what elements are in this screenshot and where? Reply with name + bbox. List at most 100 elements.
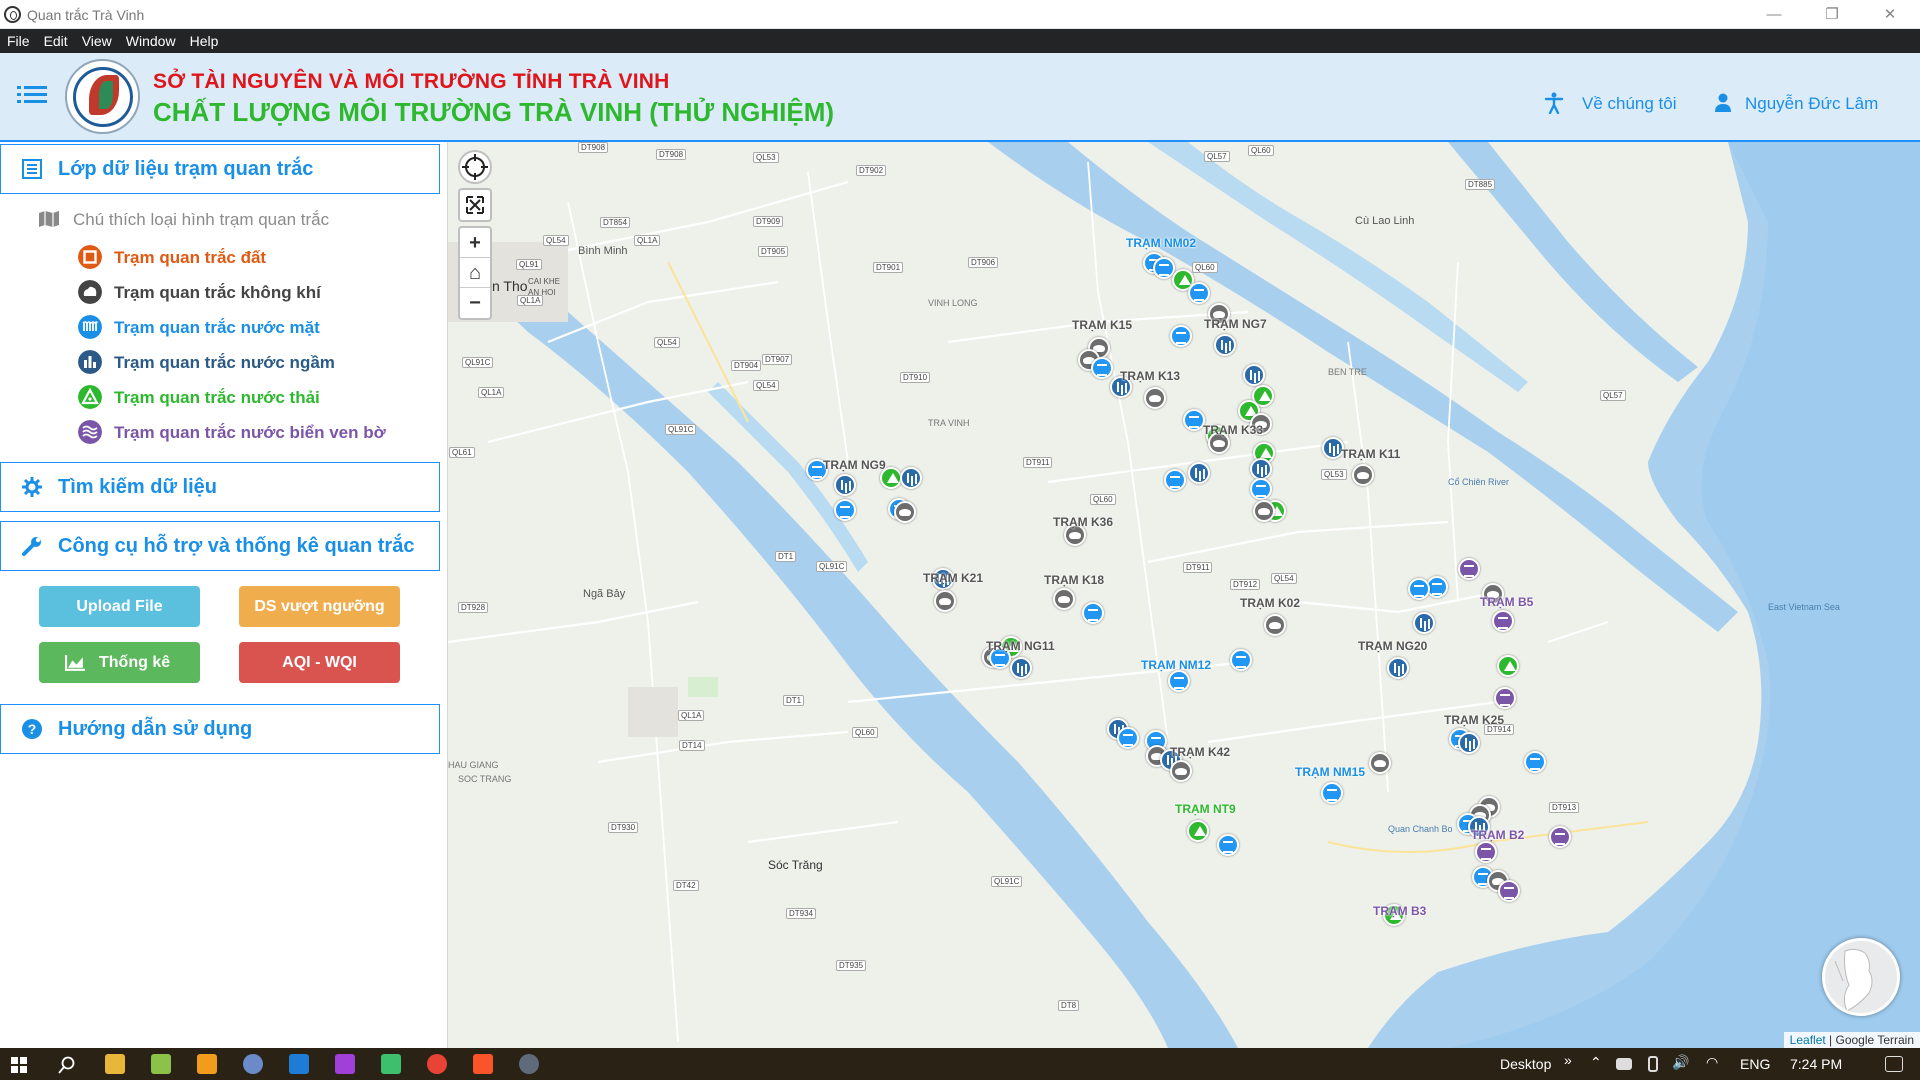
- station-marker[interactable]: [1188, 282, 1210, 304]
- station-marker[interactable]: [1549, 826, 1571, 848]
- desktop-toolbar-label[interactable]: Desktop: [1500, 1056, 1551, 1072]
- station-marker[interactable]: [834, 474, 856, 496]
- locate-button[interactable]: [458, 150, 492, 184]
- chrome-icon[interactable]: [427, 1054, 447, 1074]
- station-label[interactable]: TRẠM NM02: [1126, 236, 1196, 250]
- station-marker[interactable]: [1475, 841, 1497, 863]
- search-panel-header[interactable]: Tìm kiếm dữ liệu: [0, 462, 440, 512]
- station-marker[interactable]: [1214, 334, 1236, 356]
- station-label[interactable]: TRẠM B2: [1471, 828, 1524, 842]
- r-app-icon[interactable]: [243, 1054, 263, 1074]
- leaflet-link[interactable]: Leaflet: [1790, 1033, 1826, 1047]
- station-marker[interactable]: [1168, 670, 1190, 692]
- station-label[interactable]: TRẠM K13: [1120, 369, 1180, 383]
- menu-help[interactable]: Help: [183, 29, 226, 53]
- station-marker[interactable]: [900, 467, 922, 489]
- language-indicator[interactable]: ENG: [1740, 1056, 1770, 1072]
- file-explorer-icon[interactable]: [105, 1054, 125, 1074]
- station-label[interactable]: TRẠM NG7: [1204, 317, 1267, 331]
- station-label[interactable]: TRẠM NM15: [1295, 765, 1365, 779]
- minimize-button[interactable]: —: [1745, 0, 1803, 29]
- layers-panel-header[interactable]: Lớp dữ liệu trạm quan trắc: [0, 144, 440, 194]
- station-marker[interactable]: [1492, 610, 1514, 632]
- station-marker[interactable]: [934, 590, 956, 612]
- maximize-button[interactable]: ❐: [1803, 0, 1861, 29]
- station-label[interactable]: TRẠM NG9: [823, 458, 886, 472]
- menu-window[interactable]: Window: [119, 29, 183, 53]
- station-label[interactable]: TRẠM K02: [1240, 596, 1300, 610]
- station-marker[interactable]: [1264, 614, 1286, 636]
- station-marker[interactable]: [1498, 880, 1520, 902]
- map-view[interactable]: + ⌂ − Bình Minh n Tho Cù Lao Linh Ngã Bả…: [448, 142, 1920, 1048]
- station-marker[interactable]: [1387, 657, 1409, 679]
- home-button[interactable]: ⌂: [460, 258, 490, 288]
- station-label[interactable]: TRẠM K15: [1072, 318, 1132, 332]
- station-marker[interactable]: [1250, 458, 1272, 480]
- about-us-link[interactable]: Về chúng tôi: [1582, 94, 1677, 114]
- zoom-out-button[interactable]: −: [460, 288, 490, 318]
- battery-icon[interactable]: [1616, 1058, 1632, 1070]
- pycharm-icon[interactable]: [381, 1054, 401, 1074]
- station-marker[interactable]: [1183, 409, 1205, 431]
- sublime-icon[interactable]: [197, 1054, 217, 1074]
- station-marker[interactable]: [1091, 357, 1113, 379]
- overview-minimap[interactable]: [1822, 938, 1900, 1016]
- station-label[interactable]: TRẠM NT9: [1175, 802, 1236, 816]
- search-icon[interactable]: [58, 1056, 76, 1074]
- station-marker[interactable]: [1458, 558, 1480, 580]
- station-marker[interactable]: [1082, 602, 1104, 624]
- station-marker[interactable]: [1408, 578, 1430, 600]
- user-icon[interactable]: [1714, 93, 1732, 113]
- station-label[interactable]: TRẠM B3: [1373, 904, 1426, 918]
- station-marker[interactable]: [1413, 612, 1435, 634]
- menu-file[interactable]: File: [0, 29, 37, 53]
- station-label[interactable]: TRẠM K36: [1053, 515, 1113, 529]
- station-marker[interactable]: [1458, 732, 1480, 754]
- brave-icon[interactable]: [473, 1054, 493, 1074]
- station-label[interactable]: TRẠM K25: [1444, 713, 1504, 727]
- station-marker[interactable]: [1053, 588, 1075, 610]
- chevron-right-icon[interactable]: »: [1564, 1052, 1572, 1068]
- menu-toggle-icon[interactable]: [17, 83, 47, 107]
- close-button[interactable]: ✕: [1861, 0, 1919, 29]
- station-marker[interactable]: [1117, 727, 1139, 749]
- station-marker[interactable]: [834, 499, 856, 521]
- station-marker[interactable]: [1369, 752, 1391, 774]
- station-marker[interactable]: [1524, 751, 1546, 773]
- station-marker[interactable]: [1243, 364, 1265, 386]
- tools-panel-header[interactable]: Công cụ hỗ trợ và thống kê quan trắc: [0, 521, 440, 571]
- notification-icon[interactable]: [1885, 1056, 1903, 1072]
- volume-icon[interactable]: 🔊: [1672, 1054, 1689, 1071]
- station-marker[interactable]: [1187, 820, 1209, 842]
- station-label[interactable]: TRẠM K11: [1341, 447, 1400, 461]
- station-marker[interactable]: [1188, 462, 1210, 484]
- station-label[interactable]: TRẠM K33: [1203, 423, 1263, 437]
- station-marker[interactable]: [1010, 657, 1032, 679]
- station-marker[interactable]: [1170, 325, 1192, 347]
- aqi-wqi-button[interactable]: AQI - WQI: [239, 642, 400, 683]
- station-label[interactable]: TRẠM K21: [923, 571, 983, 585]
- guide-panel-header[interactable]: ? Hướng dẫn sử dụng: [0, 704, 440, 754]
- wifi-icon[interactable]: ◠: [1706, 1054, 1718, 1071]
- station-marker[interactable]: [1250, 478, 1272, 500]
- tray-overflow-icon[interactable]: ⌃: [1590, 1054, 1602, 1071]
- station-label[interactable]: TRẠM K18: [1044, 573, 1104, 587]
- zoom-in-button[interactable]: +: [460, 228, 490, 258]
- station-marker[interactable]: [1321, 782, 1343, 804]
- station-label[interactable]: TRẠM NG20: [1358, 639, 1427, 653]
- vscode-icon[interactable]: [289, 1054, 309, 1074]
- station-label[interactable]: TRẠM NG11: [986, 639, 1055, 653]
- menu-edit[interactable]: Edit: [37, 29, 75, 53]
- accessibility-icon[interactable]: [1544, 92, 1564, 114]
- station-marker[interactable]: [894, 501, 916, 523]
- station-marker[interactable]: [1144, 387, 1166, 409]
- monitor-app-icon[interactable]: [519, 1054, 539, 1074]
- station-marker[interactable]: [1497, 655, 1519, 677]
- notepad-icon[interactable]: [151, 1054, 171, 1074]
- station-marker[interactable]: [1170, 760, 1192, 782]
- station-marker[interactable]: [1352, 464, 1374, 486]
- statistics-button[interactable]: Thống kê: [39, 642, 200, 683]
- usb-icon[interactable]: [1648, 1056, 1658, 1072]
- phpstorm-icon[interactable]: [335, 1054, 355, 1074]
- station-label[interactable]: TRẠM K42: [1170, 745, 1230, 759]
